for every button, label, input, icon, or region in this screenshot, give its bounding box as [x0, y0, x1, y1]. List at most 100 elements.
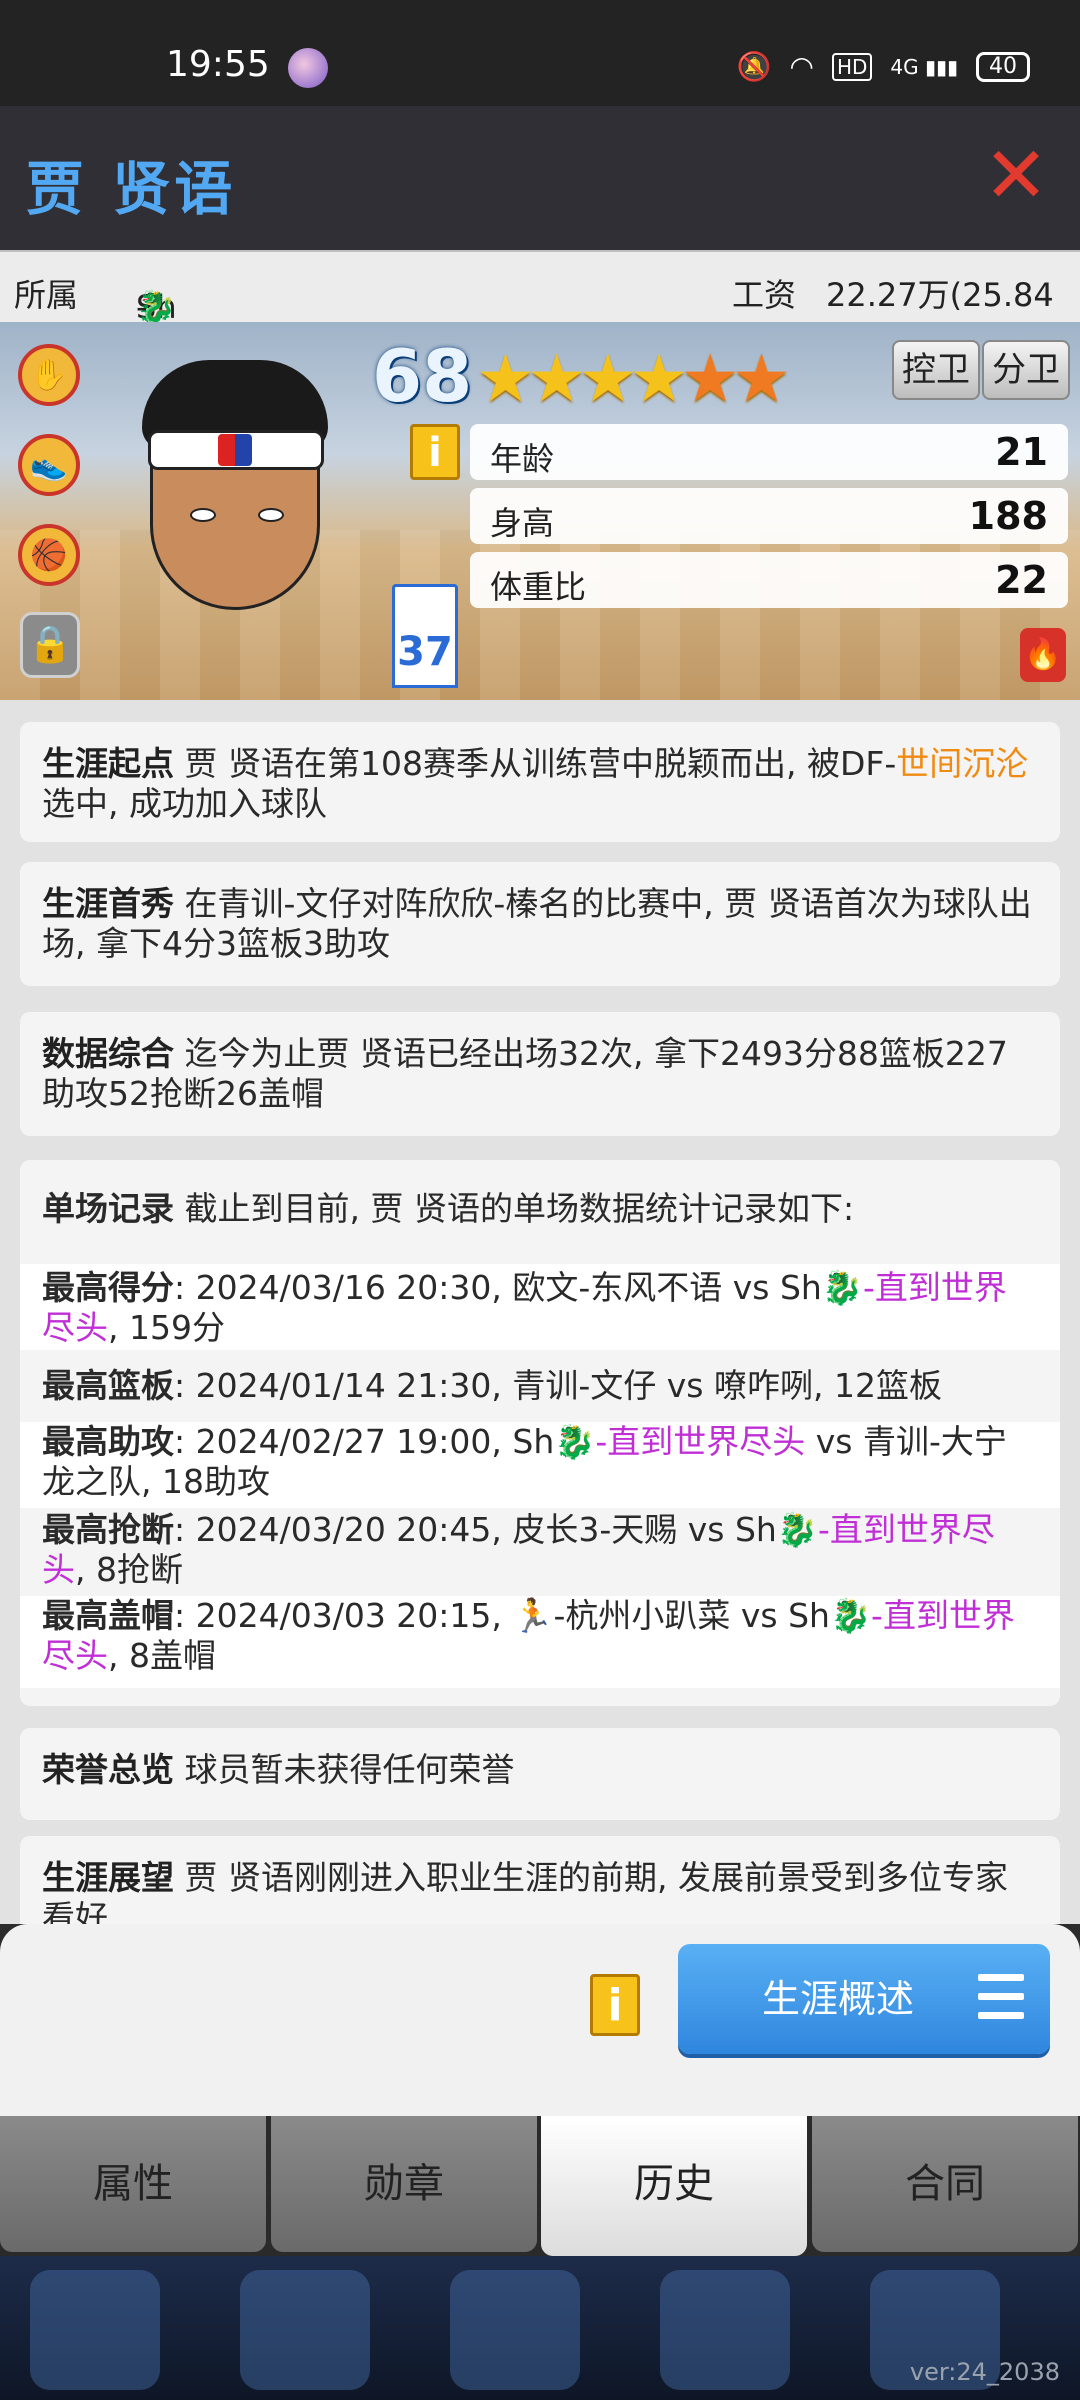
- status-time: 19:55: [166, 44, 270, 85]
- app-notification-icon: [288, 48, 328, 88]
- record-post: , 8盖帽: [108, 1636, 216, 1675]
- skill-badge-icon[interactable]: ✋: [18, 344, 80, 406]
- nav-icon: [450, 2270, 580, 2390]
- info-icon[interactable]: i: [590, 1974, 640, 2036]
- close-icon[interactable]: ✕: [982, 137, 1050, 215]
- mute-icon: 🔕: [736, 50, 772, 83]
- lock-icon[interactable]: 🔒: [20, 612, 80, 678]
- card-single-game-records: 单场记录 截止到目前, 贾 贤语的单场数据统计记录如下: 最高得分: 2024/…: [20, 1160, 1060, 1706]
- nav-icon: [30, 2270, 160, 2390]
- stat-label: 身高: [490, 504, 555, 542]
- card-title: 生涯起点: [42, 744, 174, 783]
- stat-label: 年龄: [490, 440, 555, 478]
- card-data-summary: 数据综合 迄今为止贾 贤语已经出场32次, 拿下2493分88篮板227助攻52…: [20, 1012, 1060, 1136]
- record-rebounds: 最高篮板: 2024/01/14 21:30, 青训-文仔 vs 嘹咋咧, 12…: [20, 1356, 1060, 1416]
- overall-rating: 68: [372, 334, 473, 418]
- wifi-icon: ◠: [789, 50, 814, 83]
- position-pg-button[interactable]: 控卫: [892, 340, 980, 400]
- stat-label: 体重比: [490, 568, 587, 606]
- card-text: 截止到目前, 贾 贤语的单场数据统计记录如下:: [174, 1189, 855, 1228]
- jersey-number: 37: [392, 584, 458, 688]
- tab-badges[interactable]: 勋章: [271, 2116, 537, 2252]
- network-label: 4G: [890, 54, 919, 79]
- record-steals: 最高抢断: 2024/03/20 20:45, 皮长3-天赐 vs Sh🐉-直到…: [20, 1510, 1060, 1596]
- background-nav: ver:24_2038: [0, 2256, 1080, 2400]
- record-pre: : 2024/02/27 19:00, Sh: [174, 1422, 555, 1461]
- eye: [258, 508, 284, 522]
- stat-row-height: 身高 188: [470, 488, 1068, 544]
- record-blocks: 最高盖帽: 2024/03/03 20:15, 🏃-杭州小趴菜 vs Sh🐉-直…: [20, 1596, 1060, 1688]
- battery-icon: 40: [976, 51, 1030, 82]
- record-assists: 最高助攻: 2024/02/27 19:00, Sh🐉-直到世界尽头 vs 青训…: [20, 1422, 1060, 1508]
- dragon-icon: 🐉: [821, 1268, 863, 1307]
- career-overview-button[interactable]: 生涯概述: [678, 1944, 1050, 2054]
- gold-stars: ★★★★: [476, 340, 689, 417]
- star-rating: ★★★★★★: [476, 340, 791, 417]
- headband-logo: [218, 434, 252, 466]
- card-title: 生涯首秀: [42, 884, 174, 923]
- records-header: 单场记录 截止到目前, 贾 贤语的单场数据统计记录如下:: [42, 1182, 854, 1230]
- tab-history[interactable]: 历史: [541, 2116, 807, 2256]
- card-title: 荣誉总览: [42, 1750, 174, 1789]
- career-overview-label: 生涯概述: [762, 1977, 915, 2021]
- card-text: 球员暂未获得任何荣誉: [174, 1750, 515, 1789]
- dragon-icon: 🐉: [554, 1422, 596, 1461]
- record-label: 最高得分: [42, 1268, 174, 1307]
- card-career-debut: 生涯首秀 在青训-文仔对阵欣欣-榛名的比赛中, 贾 贤语首次为球队出场, 拿下4…: [20, 862, 1060, 986]
- nav-icon: [660, 2270, 790, 2390]
- status-bar: 19:55 🔕 ◠ HD 4G ▮▮▮ 40: [0, 0, 1080, 106]
- stat-value: 21: [995, 430, 1048, 474]
- record-pre: : 2024/03/20 20:45, 皮长3-天赐 vs Sh: [174, 1510, 777, 1549]
- fire-icon[interactable]: 🔥: [1020, 628, 1066, 682]
- record-label: 最高抢断: [42, 1510, 174, 1549]
- dragon-icon: 🐉: [829, 1596, 872, 1635]
- card-title: 数据综合: [42, 1034, 174, 1073]
- eye: [190, 508, 216, 522]
- stat-row-age: 年龄 21: [470, 424, 1068, 480]
- position-sg-button[interactable]: 分卫: [982, 340, 1070, 400]
- skill-badge-icon[interactable]: 👟: [18, 434, 80, 496]
- version-label: ver:24_2038: [909, 2358, 1060, 2386]
- drafting-team[interactable]: 世间沉沦: [896, 744, 1028, 783]
- career-history-list[interactable]: 生涯起点 贾 贤语在第108赛季从训练营中脱颖而出, 被DF-世间沉沦选中, 成…: [0, 700, 1080, 1924]
- record-points: 最高得分: 2024/03/16 20:30, 欧文-东风不语 vs Sh🐉-直…: [20, 1264, 1060, 1350]
- player-portrait: [110, 350, 360, 700]
- card-career-origin: 生涯起点 贾 贤语在第108赛季从训练营中脱颖而出, 被DF-世间沉沦选中, 成…: [20, 722, 1060, 842]
- stat-row-weight: 体重比 22: [470, 552, 1068, 608]
- tab-attributes[interactable]: 属性: [0, 2116, 266, 2252]
- info-icon[interactable]: i: [410, 424, 460, 480]
- status-icons: 🔕 ◠ HD 4G ▮▮▮ 40: [737, 50, 1030, 83]
- card-text: 在青训-文仔对阵欣欣-榛名的比赛中, 贾 贤语首次为球队出场, 拿下4分3篮板3…: [42, 884, 1032, 963]
- card-title: 生涯展望: [42, 1858, 174, 1897]
- signal-icon: 4G ▮▮▮: [890, 54, 958, 79]
- team-salary-strip: 所属 Sh🐉-直到世界尽头 工资 22.27万(25.84万): [0, 250, 1080, 600]
- record-label: 最高盖帽: [42, 1596, 174, 1635]
- orange-stars: ★★: [680, 340, 791, 417]
- menu-icon: [978, 1974, 1024, 2024]
- card-text: 迄今为止贾 贤语已经出场32次, 拿下2493分88篮板227助攻52抢断26盖…: [42, 1034, 1008, 1113]
- player-hero-card: ✋ 👟 🏀 🔒 37 68 ★★★★★★ 控卫 分卫 i 年龄 21 身高 18…: [0, 322, 1080, 700]
- card-text: 贾 贤语在第108赛季从训练营中脱颖而出, 被DF-: [174, 744, 897, 783]
- card-text: 选中, 成功加入球队: [42, 784, 327, 823]
- record-post: , 159分: [108, 1308, 225, 1347]
- skill-badge-icon[interactable]: 🏀: [18, 524, 80, 586]
- card-honors: 荣誉总览 球员暂未获得任何荣誉: [20, 1728, 1060, 1820]
- nav-icon: [240, 2270, 370, 2390]
- bottom-action-panel: i 生涯概述: [0, 1924, 1080, 2116]
- tab-bar: 属性 勋章 历史 合同: [0, 2116, 1080, 2256]
- record-team[interactable]: -直到世界尽头: [595, 1422, 805, 1461]
- card-career-outlook: 生涯展望 贾 贤语刚刚进入职业生涯的前期, 发展前景受到多位专家看好: [20, 1836, 1060, 1924]
- salary-label: 工资: [732, 276, 797, 314]
- player-name: 贾 贤语: [26, 155, 237, 223]
- stat-value: 188: [968, 494, 1048, 538]
- team-label: 所属: [14, 276, 79, 314]
- record-label: 最高篮板: [42, 1366, 174, 1405]
- record-pre: : 2024/01/14 21:30, 青训-文仔 vs 嘹咋咧, 12篮板: [174, 1366, 942, 1405]
- record-pre: : 2024/03/16 20:30, 欧文-东风不语 vs Sh: [174, 1268, 822, 1307]
- record-post: , 8抢断: [75, 1550, 183, 1589]
- hd-icon: HD: [831, 52, 873, 81]
- card-title: 单场记录: [42, 1189, 174, 1228]
- stat-value: 22: [995, 558, 1048, 602]
- tab-contract[interactable]: 合同: [812, 2116, 1078, 2252]
- title-bar: 贾 贤语 ✕: [0, 106, 1080, 250]
